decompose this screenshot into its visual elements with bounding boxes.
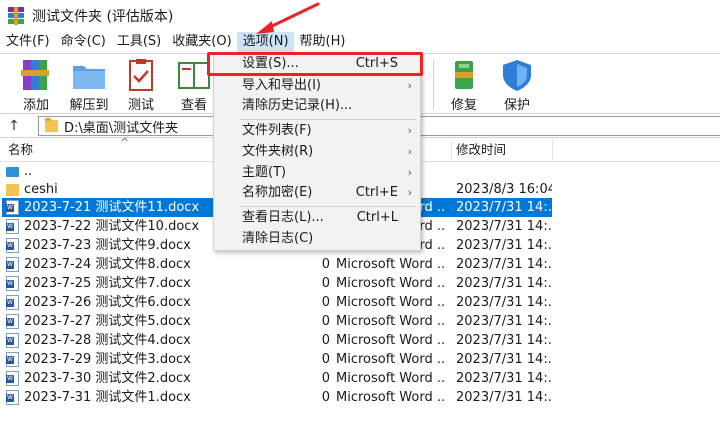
word-doc-icon bbox=[6, 314, 19, 329]
menu-item-clear-log[interactable]: 清除日志(C) bbox=[214, 229, 420, 249]
address-path: D:\桌面\测试文件夹 bbox=[64, 120, 179, 136]
folder-extract-icon bbox=[73, 66, 105, 89]
chevron-right-icon: › bbox=[407, 186, 412, 199]
repair-kit-icon bbox=[455, 61, 473, 89]
menu-commands[interactable]: 命令(C) bbox=[55, 32, 111, 52]
list-item[interactable]: 2023-7-25 测试文件7.docx 0 Microsoft Word ..… bbox=[0, 274, 720, 293]
up-folder-icon bbox=[6, 167, 19, 177]
list-item[interactable]: 2023-7-28 测试文件4.docx 0 Microsoft Word ..… bbox=[0, 331, 720, 350]
menu-item-import-export[interactable]: 导入和导出(I) › bbox=[214, 76, 420, 96]
column-modified[interactable]: 修改时间 bbox=[456, 138, 506, 162]
options-dropdown-menu: 设置(S)... Ctrl+S 导入和导出(I) › 清除历史记录(H)... … bbox=[213, 52, 421, 251]
folder-icon bbox=[45, 118, 58, 132]
list-item[interactable]: 2023-7-31 测试文件1.docx 0 Microsoft Word ..… bbox=[0, 388, 720, 407]
up-level-icon[interactable]: ↑ bbox=[0, 118, 28, 134]
protect-button[interactable]: 保护 bbox=[490, 58, 544, 113]
test-button[interactable]: 测试 bbox=[114, 58, 168, 113]
menu-item-clear-history[interactable]: 清除历史记录(H)... bbox=[214, 96, 420, 116]
menu-help[interactable]: 帮助(H) bbox=[294, 32, 351, 52]
extract-to-button[interactable]: 解压到 bbox=[62, 58, 116, 113]
word-doc-icon bbox=[6, 219, 19, 234]
list-item[interactable]: 2023-7-29 测试文件3.docx 0 Microsoft Word ..… bbox=[0, 350, 720, 369]
list-item[interactable]: 2023-7-24 测试文件8.docx 0 Microsoft Word ..… bbox=[0, 255, 720, 274]
word-doc-icon bbox=[6, 371, 19, 386]
menu-separator bbox=[240, 206, 416, 207]
chevron-right-icon: › bbox=[407, 79, 412, 92]
shield-icon bbox=[503, 60, 531, 91]
rar-books-icon bbox=[21, 60, 49, 90]
folder-icon bbox=[6, 184, 19, 196]
menu-item-theme[interactable]: 主题(T) › bbox=[214, 163, 420, 183]
annotation-highlight-box bbox=[207, 52, 423, 76]
window-title: 测试文件夹 (评估版本) bbox=[32, 9, 174, 25]
chevron-right-icon: › bbox=[407, 145, 412, 158]
title-bar: 测试文件夹 (评估版本) bbox=[0, 0, 720, 32]
menu-item-file-list[interactable]: 文件列表(F) › bbox=[214, 121, 420, 141]
word-doc-icon bbox=[6, 352, 19, 367]
chevron-right-icon: › bbox=[407, 166, 412, 179]
word-doc-icon bbox=[6, 257, 19, 272]
add-button[interactable]: 添加 bbox=[9, 58, 63, 113]
extract-to-label: 解压到 bbox=[69, 98, 109, 113]
word-doc-icon bbox=[6, 238, 19, 253]
menu-options[interactable]: 选项(N) bbox=[236, 32, 294, 52]
add-label: 添加 bbox=[22, 98, 49, 113]
menu-item-folder-tree[interactable]: 文件夹树(R) › bbox=[214, 142, 420, 162]
clipboard-check-icon bbox=[129, 59, 153, 91]
repair-label: 修复 bbox=[450, 98, 477, 113]
word-doc-icon bbox=[6, 390, 19, 405]
menu-item-view-log[interactable]: 查看日志(L)... Ctrl+L bbox=[214, 208, 420, 228]
menu-separator bbox=[240, 119, 416, 120]
menu-bar: 文件(F) 命令(C) 工具(S) 收藏夹(O) 选项(N) 帮助(H) bbox=[0, 32, 720, 52]
menu-favorites[interactable]: 收藏夹(O) bbox=[166, 32, 236, 52]
toolbar-separator bbox=[433, 60, 434, 110]
protect-label: 保护 bbox=[503, 98, 530, 113]
word-doc-icon bbox=[6, 276, 19, 291]
menu-tools[interactable]: 工具(S) bbox=[111, 32, 166, 52]
list-item[interactable]: 2023-7-27 测试文件5.docx 0 Microsoft Word ..… bbox=[0, 312, 720, 331]
list-item[interactable]: 2023-7-26 测试文件6.docx 0 Microsoft Word ..… bbox=[0, 293, 720, 312]
column-name[interactable]: 名称 bbox=[8, 138, 33, 162]
word-doc-icon bbox=[6, 333, 19, 348]
word-doc-icon bbox=[6, 295, 19, 310]
chevron-right-icon: › bbox=[407, 124, 412, 137]
menu-item-name-encryption[interactable]: 名称加密(E) Ctrl+E › bbox=[214, 183, 420, 203]
test-label: 测试 bbox=[127, 98, 154, 113]
repair-button[interactable]: 修复 bbox=[437, 58, 491, 113]
menu-file[interactable]: 文件(F) bbox=[0, 32, 55, 52]
list-item[interactable]: 2023-7-30 测试文件2.docx 0 Microsoft Word ..… bbox=[0, 369, 720, 388]
sort-ascending-icon: ^ bbox=[120, 136, 130, 149]
word-doc-icon bbox=[6, 200, 19, 215]
winrar-app-icon bbox=[8, 7, 24, 25]
view-label: 查看 bbox=[180, 98, 207, 113]
column-divider[interactable] bbox=[451, 140, 452, 160]
column-divider[interactable] bbox=[552, 140, 553, 160]
